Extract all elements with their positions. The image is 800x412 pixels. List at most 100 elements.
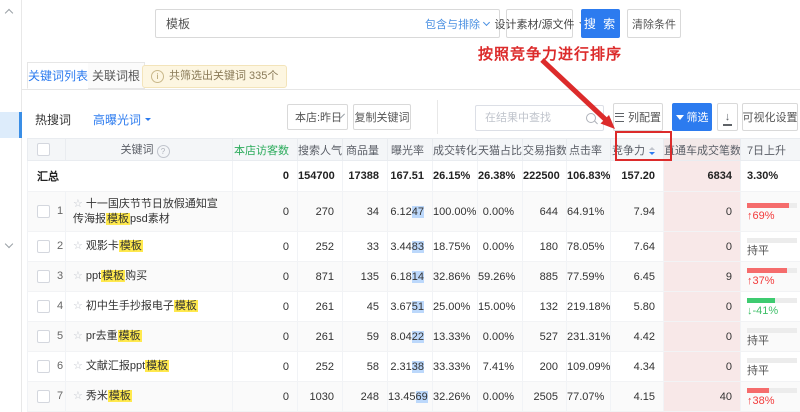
keyword-analysis-app: 包含与排除 设计素材/源文件 搜 索 清除条件 按照竞争力进行排序 关键词列表 … xyxy=(0,0,800,412)
col-header-keyword: 关键词? xyxy=(66,139,233,161)
table-body: 汇总015470017388167.5126.15%26.38%22250010… xyxy=(28,161,800,412)
star-icon[interactable]: ☆ xyxy=(73,390,83,402)
exposure-highlight: 22 xyxy=(412,331,424,343)
search-icon[interactable] xyxy=(586,113,596,123)
table-row: 4☆初中生手抄报电子模板0261453.675125.00%15.00%1322… xyxy=(28,292,800,322)
cell-search-popularity: 871 xyxy=(298,262,343,292)
cell-exposure-rate: 13.4569 xyxy=(388,382,433,412)
scope-select-value: 本店:昨日 xyxy=(295,109,342,125)
cell-ztc-orders: 0 xyxy=(664,352,741,382)
cell-item-count: 135 xyxy=(343,262,388,292)
trend-bar-fill xyxy=(747,388,769,393)
cell-exposure-rate: 167.51 xyxy=(388,161,433,192)
cell-summary-label: 汇总 xyxy=(28,161,233,192)
cell-click-rate: 77.07% xyxy=(567,382,611,412)
cell-item-count: 17388 xyxy=(343,161,388,192)
copy-keywords-button[interactable]: 复制关键词 xyxy=(353,104,411,130)
rail-selected-indicator[interactable] xyxy=(0,112,22,138)
trend-bar-track xyxy=(747,268,797,273)
export-button[interactable]: ↓ xyxy=(717,103,738,131)
cell-shop-visitors: 0 xyxy=(233,232,298,262)
trend-bar-track xyxy=(747,388,797,393)
cell-exposure-rate: 3.4483 xyxy=(388,232,433,262)
trend-label: ↑38% xyxy=(747,395,796,407)
cell-click-rate: 78.05% xyxy=(567,232,611,262)
star-icon[interactable]: ☆ xyxy=(73,198,83,210)
cell-tmall-share: 0.00% xyxy=(478,232,523,262)
cell-search-popularity: 154700 xyxy=(298,161,343,192)
toolbar-divider xyxy=(437,100,438,134)
cell-item-count: 33 xyxy=(343,232,388,262)
hot-words-label: 热搜词 xyxy=(35,111,71,128)
cell-search-popularity: 252 xyxy=(298,232,343,262)
row-checkbox[interactable] xyxy=(37,270,50,283)
collapse-down-icon[interactable] xyxy=(6,236,12,250)
table-row: 7☆秀米模板0103024813.456932.26%0.00%250577.0… xyxy=(28,382,800,412)
cell-ztc-orders: 0 xyxy=(664,192,741,232)
cell-conversion: 32.26% xyxy=(433,382,478,412)
cell-conversion: 32.86% xyxy=(433,262,478,292)
star-icon[interactable]: ☆ xyxy=(73,330,83,342)
left-collapse-rail xyxy=(0,0,22,412)
find-in-results-input[interactable] xyxy=(483,111,586,125)
cell-item-count: 58 xyxy=(343,352,388,382)
row-checkbox[interactable] xyxy=(37,390,50,403)
cell-shop-visitors: 0 xyxy=(233,262,298,292)
row-checkbox[interactable] xyxy=(37,360,50,373)
exposure-highlight: 38 xyxy=(412,361,424,373)
scope-select[interactable]: 本店:昨日 xyxy=(287,104,348,130)
cell-keyword: ☆初中生手抄报电子模板 xyxy=(66,292,233,322)
cell-competition: 4.34 xyxy=(611,352,664,382)
cell-conversion: 100.00% xyxy=(433,192,478,232)
cell-ztc-orders: 6834 xyxy=(664,161,741,192)
row-checkbox[interactable] xyxy=(37,240,50,253)
clear-conditions-button[interactable]: 清除条件 xyxy=(627,9,681,38)
filter-button[interactable]: 筛选 xyxy=(672,103,712,131)
sort-icon[interactable] xyxy=(649,147,655,155)
cell-select: 3 xyxy=(28,262,66,292)
row-number: 2 xyxy=(57,240,63,252)
cell-trade-index: 180 xyxy=(523,232,567,262)
cell-trade-index: 885 xyxy=(523,262,567,292)
visual-settings-button[interactable]: 可视化设置 xyxy=(742,103,798,131)
collapse-up-icon[interactable] xyxy=(6,5,12,19)
category-dropdown[interactable]: 设计素材/源文件 xyxy=(506,9,573,38)
cell-7day-trend: ↑38% xyxy=(741,382,800,412)
exposure-highlight: 83 xyxy=(412,241,424,253)
exposure-highlight: 14 xyxy=(412,271,424,283)
column-config-button[interactable]: 列配置 xyxy=(613,103,663,131)
search-button[interactable]: 搜 索 xyxy=(581,9,620,38)
table-row: 2☆观影卡模板0252333.448318.75%0.00%18078.05%7… xyxy=(28,232,800,262)
tab-keyword-list[interactable]: 关键词列表 xyxy=(27,62,89,89)
cell-tmall-share: 7.41% xyxy=(478,352,523,382)
col-header-tmall-share: 天猫占比 xyxy=(478,139,523,161)
row-checkbox[interactable] xyxy=(37,205,50,218)
keyword-highlight: 模板 xyxy=(118,330,142,342)
star-icon[interactable]: ☆ xyxy=(73,240,83,252)
row-checkbox[interactable] xyxy=(37,330,50,343)
star-icon[interactable]: ☆ xyxy=(73,360,83,372)
row-number: 7 xyxy=(57,390,63,402)
include-exclude-link[interactable]: 包含与排除 xyxy=(425,16,489,32)
trend-bar-fill xyxy=(747,203,789,208)
cell-select: 2 xyxy=(28,232,66,262)
cell-ztc-orders: 0 xyxy=(664,232,741,262)
star-icon[interactable]: ☆ xyxy=(73,300,83,312)
row-checkbox[interactable] xyxy=(37,300,50,313)
word-type-dropdown[interactable]: 高曝光词 xyxy=(93,111,151,128)
keyword-highlight: 模板 xyxy=(108,390,132,402)
select-all-checkbox[interactable] xyxy=(37,143,50,156)
cell-click-rate: 106.83% xyxy=(567,161,611,192)
row-number: 1 xyxy=(57,205,63,217)
trend-bar-track xyxy=(747,328,797,333)
tab-related-roots[interactable]: 关联词根 xyxy=(88,62,145,89)
keyword-search-input[interactable] xyxy=(166,17,425,31)
star-icon[interactable]: ☆ xyxy=(73,270,83,282)
cell-select: 7 xyxy=(28,382,66,412)
cell-select: 4 xyxy=(28,292,66,322)
cell-7day-trend: 持平 xyxy=(741,322,800,352)
help-icon[interactable]: ? xyxy=(157,145,170,158)
cell-keyword: ☆秀米模板 xyxy=(66,382,233,412)
col-header-competition[interactable]: 竞争力 xyxy=(611,139,664,161)
keyword-highlight: 模板 xyxy=(119,240,143,252)
